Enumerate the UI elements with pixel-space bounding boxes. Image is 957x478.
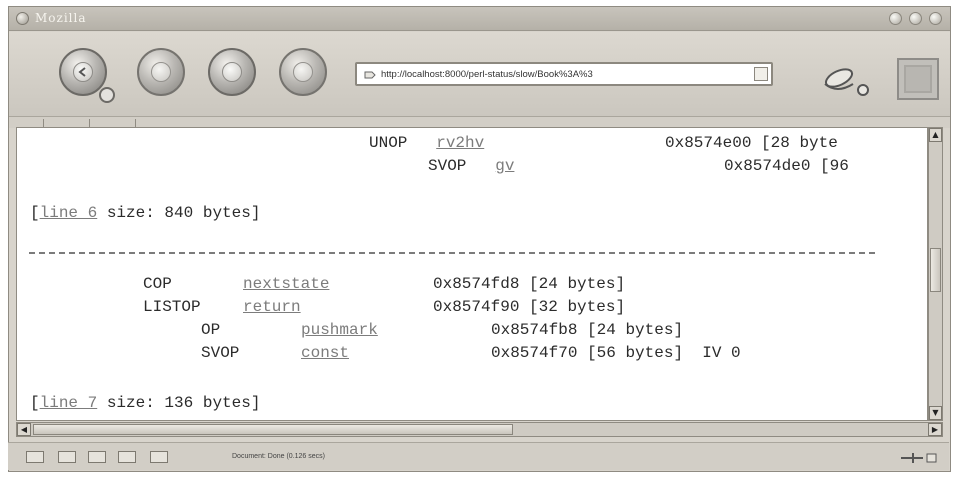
url-history-dropdown[interactable] (754, 67, 768, 81)
op-row: SVOP gv (428, 157, 515, 175)
status-bar: Document: Done (0.126 secs) (8, 442, 949, 470)
op-row: OP (201, 321, 221, 339)
op-link[interactable]: nextstate (243, 275, 329, 293)
op-address: 0x8574e00 [28 byte (665, 134, 838, 152)
op-link[interactable]: pushmark (301, 321, 378, 339)
op-link[interactable]: const (301, 344, 349, 362)
scroll-right-arrow-icon[interactable]: ▶ (928, 423, 942, 436)
page-icon (364, 71, 376, 79)
page-content: UNOP rv2hv 0x8574e00 [28 byte SVOP gv 0x… (16, 127, 928, 421)
separator (29, 252, 875, 254)
address-book-icon[interactable] (118, 451, 136, 463)
throbber-icon[interactable] (897, 58, 939, 100)
navigation-toolbar: http://localhost:8000/perl-status/slow/B… (9, 32, 950, 116)
status-text: Document: Done (0.126 secs) (232, 453, 325, 460)
scroll-up-arrow-icon[interactable]: ▲ (929, 128, 942, 142)
url-text[interactable]: http://localhost:8000/perl-status/slow/B… (381, 69, 751, 80)
op-row: LISTOP (143, 298, 201, 316)
reload-icon (222, 62, 242, 82)
window-controls (889, 12, 942, 25)
horizontal-scrollbar[interactable]: ◀ ▶ (16, 422, 943, 437)
op-link[interactable]: rv2hv (436, 134, 484, 152)
minimize-button[interactable] (889, 12, 902, 25)
forward-button[interactable] (137, 48, 185, 96)
forward-arrow-icon (151, 62, 171, 82)
op-address: 0x8574fb8 [24 bytes] (491, 321, 684, 339)
op-row: COP (143, 275, 172, 293)
mail-icon[interactable] (58, 451, 76, 463)
search-icon[interactable] (817, 54, 877, 104)
window-menu-icon[interactable] (16, 12, 29, 25)
stop-button[interactable] (279, 48, 327, 96)
vertical-scroll-thumb[interactable] (930, 248, 941, 292)
stop-icon (293, 62, 313, 82)
scroll-down-arrow-icon[interactable]: ▼ (929, 406, 942, 420)
line-summary: [line 7 size: 136 bytes] (30, 394, 261, 412)
back-button[interactable] (59, 48, 107, 96)
horizontal-scroll-thumb[interactable] (33, 424, 513, 435)
window-title: Mozilla (35, 11, 87, 25)
op-link[interactable]: gv (495, 157, 514, 175)
op-link[interactable]: return (243, 298, 301, 316)
maximize-button[interactable] (909, 12, 922, 25)
chat-icon[interactable] (150, 451, 168, 463)
online-status-icon[interactable] (899, 449, 939, 465)
back-history-dropdown[interactable] (99, 87, 115, 103)
title-bar[interactable]: Mozilla (9, 7, 950, 31)
op-address: 0x8574de0 [96 (724, 157, 849, 175)
reload-button[interactable] (208, 48, 256, 96)
close-button[interactable] (929, 12, 942, 25)
op-row: SVOP (201, 344, 240, 362)
composer-icon[interactable] (88, 451, 106, 463)
browser-window-icon[interactable] (26, 451, 44, 463)
line-link[interactable]: line 7 (40, 394, 98, 412)
line-link[interactable]: line 6 (40, 204, 98, 222)
url-bar[interactable]: http://localhost:8000/perl-status/slow/B… (355, 62, 773, 86)
op-address: 0x8574f70 [56 bytes] IV 0 (491, 344, 741, 362)
back-arrow-icon (73, 62, 93, 82)
line-summary: [line 6 size: 840 bytes] (30, 204, 261, 222)
scroll-left-arrow-icon[interactable]: ◀ (17, 423, 31, 436)
vertical-scrollbar[interactable]: ▲ ▼ (928, 127, 943, 421)
op-row: UNOP rv2hv (369, 134, 485, 152)
op-address: 0x8574f90 [32 bytes] (433, 298, 626, 316)
op-address: 0x8574fd8 [24 bytes] (433, 275, 626, 293)
